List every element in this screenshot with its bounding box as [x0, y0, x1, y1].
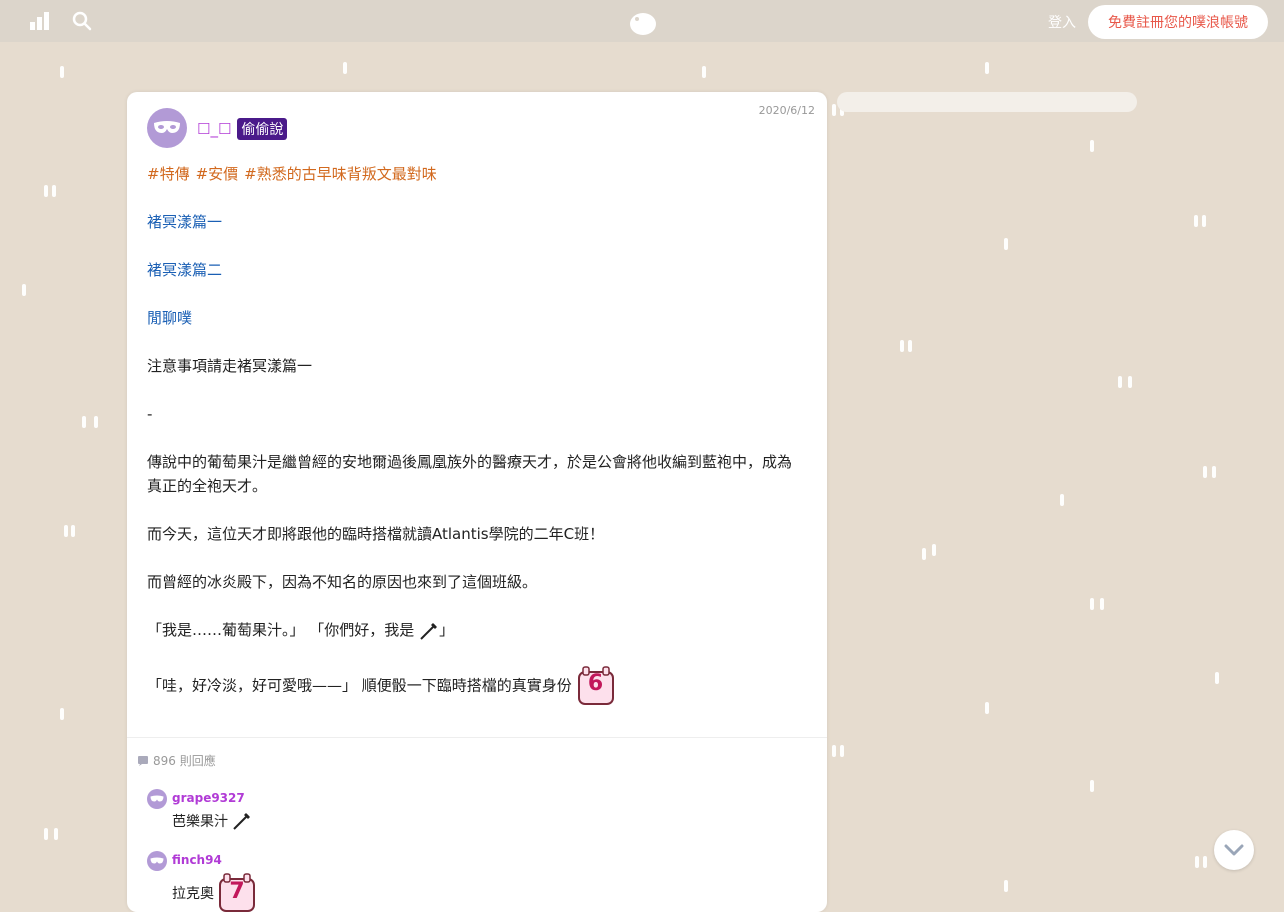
reply-username[interactable]: grape9327 [172, 791, 245, 805]
response-count-label: 896 則回應 [153, 754, 216, 768]
plurk-post-card: ☐_☐ 偷偷說 2020/6/12 #特傳 #安價 #熟悉的古早味背叛文最對味 褚冥… [127, 92, 827, 912]
divider [127, 737, 827, 738]
reply-avatar[interactable] [147, 851, 167, 871]
scroll-down-button[interactable] [1214, 830, 1254, 870]
dice-value: 7 [229, 879, 245, 904]
author-name[interactable]: ☐_☐ [197, 120, 231, 138]
login-link[interactable]: 登入 [1048, 12, 1076, 32]
stats-icon[interactable] [30, 12, 50, 34]
story-text: 「哇，好冷淡，好可愛哦——」 順便骰一下臨時搭檔的真實身份 6 [147, 666, 797, 706]
story-text: 而曾經的冰炎殿下，因為不知名的原因也來到了這個班級。 [147, 573, 538, 591]
mask-icon [150, 857, 164, 864]
dialogue-close: 」 [439, 621, 455, 639]
reply-username[interactable]: finch94 [172, 853, 222, 867]
anonymous-badge: 偷偷說 [237, 118, 288, 140]
chevron-down-icon [1224, 844, 1244, 856]
dialogue-text: 「我是……葡萄果汁。」 「你們好，我是 [147, 621, 415, 639]
signup-button[interactable]: 免費註冊您的噗浪帳號 [1088, 5, 1268, 39]
link-chat[interactable]: 閒聊噗 [147, 309, 192, 327]
separator-text: - [147, 405, 153, 423]
comment-icon [138, 755, 148, 766]
post-content: #特傳 #安價 #熟悉的古早味背叛文最對味 褚冥漾篇一 褚冥漾篇二 閒聊噗 注意事項… [147, 162, 797, 730]
sidebar-placeholder [837, 92, 1137, 112]
link-part-two[interactable]: 褚冥漾篇二 [147, 261, 222, 279]
mask-icon [150, 795, 164, 802]
story-text: 傳說中的葡萄果汁是繼曾經的安地爾過後鳳凰族外的醫療天才，於是公會將他收編到藍袍中… [147, 453, 793, 495]
dice-icon: 6 [577, 666, 615, 706]
response-count[interactable]: 896 則回應 [137, 752, 216, 769]
search-icon[interactable] [72, 11, 92, 35]
reply-text: 芭樂果汁 [172, 814, 228, 830]
notice-text: 注意事項請走褚冥漾篇一 [147, 357, 313, 375]
link-part-one[interactable]: 褚冥漾篇一 [147, 213, 222, 231]
plurk-logo-icon[interactable] [628, 10, 658, 40]
reply-avatar[interactable] [147, 789, 167, 809]
story-text: 而今天，這位天才即將跟他的臨時搭檔就讀Atlantis學院的二年C班！ [147, 525, 605, 543]
avatar[interactable] [147, 108, 187, 148]
pen-icon [233, 813, 250, 830]
post-date: 2020/6/12 [758, 104, 815, 117]
top-navigation-bar: 登入 免費註冊您的噗浪帳號 [0, 0, 1284, 42]
dice-value: 6 [587, 671, 604, 696]
tag[interactable]: #特傳 [147, 165, 190, 183]
reply-text: 拉克奧 [172, 886, 214, 902]
pen-icon [420, 622, 438, 640]
tag[interactable]: #熟悉的古早味背叛文最對味 [244, 165, 437, 183]
story-text: 「我是……葡萄果汁。」 「你們好，我是 」 [147, 618, 797, 642]
dialogue-text: 「哇，好冷淡，好可愛哦——」 順便骰一下臨時搭檔的真實身份 [147, 676, 572, 695]
mask-icon [154, 121, 180, 133]
tag[interactable]: #安價 [196, 165, 239, 183]
dice-icon: 7 [218, 873, 256, 912]
